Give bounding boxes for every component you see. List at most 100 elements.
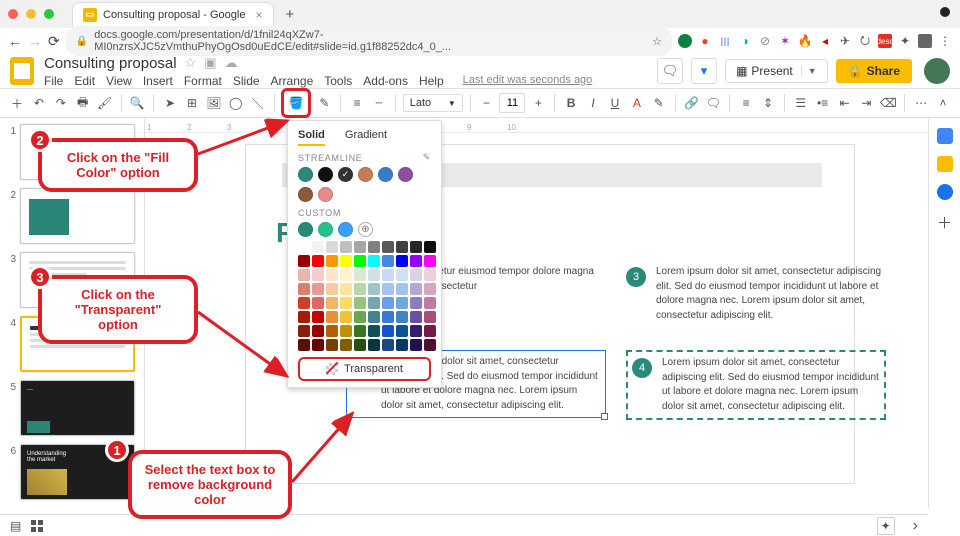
- font-size-input[interactable]: [499, 93, 525, 113]
- color-cell[interactable]: [340, 325, 352, 337]
- color-swatch[interactable]: [318, 222, 333, 237]
- color-cell[interactable]: [340, 311, 352, 323]
- color-cell[interactable]: [326, 255, 338, 267]
- browser-tab[interactable]: ▭ Consulting proposal - Google ×: [72, 2, 274, 26]
- color-cell[interactable]: [298, 311, 310, 323]
- color-cell[interactable]: [382, 255, 394, 267]
- color-cell[interactable]: [298, 339, 310, 351]
- comment-button[interactable]: 🗨: [704, 92, 722, 114]
- line-spacing-button[interactable]: ⇕: [759, 92, 777, 114]
- color-cell[interactable]: [340, 283, 352, 295]
- doc-title[interactable]: Consulting proposal: [44, 55, 177, 72]
- color-swatch[interactable]: [318, 187, 333, 202]
- ext-icon[interactable]: ✈: [838, 34, 852, 48]
- color-cell[interactable]: [368, 269, 380, 281]
- menu-help[interactable]: Help: [419, 74, 444, 88]
- color-cell[interactable]: [410, 325, 422, 337]
- color-swatch[interactable]: [318, 167, 333, 182]
- color-cell[interactable]: [312, 269, 324, 281]
- color-cell[interactable]: [410, 255, 422, 267]
- color-cell[interactable]: [298, 283, 310, 295]
- font-size-dec[interactable]: −: [478, 92, 496, 114]
- text-color-button[interactable]: A: [628, 92, 646, 114]
- collapse-toolbar-button[interactable]: ˄: [934, 92, 952, 114]
- color-cell[interactable]: [382, 297, 394, 309]
- indent-inc-button[interactable]: ⇥: [858, 92, 876, 114]
- color-cell[interactable]: [368, 339, 380, 351]
- color-cell[interactable]: [382, 325, 394, 337]
- color-cell[interactable]: [354, 283, 366, 295]
- last-edit-label[interactable]: Last edit was seconds ago: [463, 74, 593, 88]
- redo-button[interactable]: ↷: [52, 92, 70, 114]
- color-cell[interactable]: [326, 339, 338, 351]
- ext-icon[interactable]: ✶: [778, 34, 792, 48]
- color-swatch[interactable]: [358, 167, 373, 182]
- shape-tool[interactable]: ◯: [227, 92, 245, 114]
- menu-view[interactable]: View: [106, 74, 132, 88]
- color-cell[interactable]: [312, 283, 324, 295]
- toolbar-more-button[interactable]: ⋯: [912, 92, 930, 114]
- textbox-tool[interactable]: ⊞: [183, 92, 201, 114]
- menu-file[interactable]: File: [44, 74, 63, 88]
- color-cell[interactable]: [396, 297, 408, 309]
- color-cell[interactable]: [424, 283, 436, 295]
- italic-button[interactable]: I: [584, 92, 602, 114]
- color-cell[interactable]: [410, 283, 422, 295]
- color-cell[interactable]: [340, 339, 352, 351]
- color-cell[interactable]: [424, 297, 436, 309]
- present-button[interactable]: ▦ Present ▼: [725, 59, 828, 83]
- color-cell[interactable]: [326, 297, 338, 309]
- window-minimize[interactable]: [26, 9, 36, 19]
- color-cell[interactable]: [382, 269, 394, 281]
- color-cell[interactable]: [312, 255, 324, 267]
- present-caret-icon[interactable]: ▼: [801, 66, 817, 76]
- side-calendar-icon[interactable]: [937, 128, 953, 144]
- ext-icon[interactable]: ●: [698, 34, 712, 48]
- menu-insert[interactable]: Insert: [143, 74, 173, 88]
- color-cell[interactable]: [340, 241, 352, 253]
- color-cell[interactable]: [312, 325, 324, 337]
- slide-thumb[interactable]: —: [20, 380, 135, 436]
- color-cell[interactable]: [354, 311, 366, 323]
- ext-icon[interactable]: ⭮: [858, 34, 872, 48]
- color-cell[interactable]: [368, 311, 380, 323]
- color-swatch[interactable]: [298, 167, 313, 182]
- color-cell[interactable]: [298, 325, 310, 337]
- color-cell[interactable]: [410, 269, 422, 281]
- filmstrip-icon[interactable]: ▤: [10, 519, 21, 533]
- tab-gradient[interactable]: Gradient: [345, 129, 387, 146]
- menu-tools[interactable]: Tools: [324, 74, 352, 88]
- color-swatch[interactable]: [298, 187, 313, 202]
- ext-icon[interactable]: ⊘: [758, 34, 772, 48]
- window-maximize[interactable]: [44, 9, 54, 19]
- font-size-inc[interactable]: +: [529, 92, 547, 114]
- color-cell[interactable]: [424, 241, 436, 253]
- ext-puzzle-icon[interactable]: ✦: [898, 34, 912, 48]
- nav-forward-icon[interactable]: →: [28, 33, 42, 49]
- zoom-button[interactable]: 🔍: [128, 92, 146, 114]
- color-cell[interactable]: [368, 325, 380, 337]
- color-cell[interactable]: [298, 297, 310, 309]
- transparent-button[interactable]: Transparent: [298, 357, 431, 381]
- move-doc-icon[interactable]: ▣: [204, 55, 216, 71]
- font-selector[interactable]: Lato▼: [403, 94, 463, 112]
- ext-icon[interactable]: [678, 34, 692, 48]
- star-doc-icon[interactable]: ☆: [185, 55, 197, 71]
- undo-button[interactable]: ↶: [30, 92, 48, 114]
- ext-icon[interactable]: desc: [878, 34, 892, 48]
- link-button[interactable]: 🔗: [683, 92, 701, 114]
- color-cell[interactable]: [340, 297, 352, 309]
- underline-button[interactable]: U: [606, 92, 624, 114]
- color-cell[interactable]: [424, 269, 436, 281]
- color-cell[interactable]: [312, 241, 324, 253]
- color-cell[interactable]: [340, 269, 352, 281]
- color-cell[interactable]: [424, 325, 436, 337]
- color-swatch[interactable]: [338, 222, 353, 237]
- color-cell[interactable]: [312, 339, 324, 351]
- ext-icon[interactable]: ◑: [738, 34, 752, 48]
- ext-icon[interactable]: 🔥: [798, 34, 812, 48]
- color-cell[interactable]: [354, 325, 366, 337]
- color-cell[interactable]: [410, 241, 422, 253]
- nav-reload-icon[interactable]: ⟳: [48, 33, 60, 50]
- color-cell[interactable]: [396, 339, 408, 351]
